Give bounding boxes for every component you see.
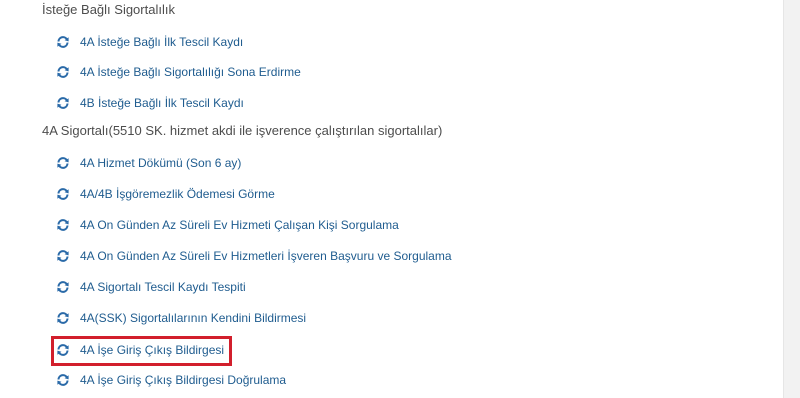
link-label[interactable]: 4A On Günden Az Süreli Ev Hizmeti Çalışa…: [80, 217, 399, 233]
link-label[interactable]: 4A İsteğe Bağlı İlk Tescil Kaydı: [80, 34, 243, 50]
refresh-icon: [56, 187, 70, 201]
page-right-gutter: [783, 0, 800, 398]
link-label[interactable]: 4A İşe Giriş Çıkış Bildirgesi: [80, 342, 224, 358]
section-title-4a-sigortali: 4A Sigortalı(5510 SK. hizmet akdi ile iş…: [42, 123, 443, 138]
link-ise-giris-cikis-bildirgesi-dogrulama[interactable]: 4A İşe Giriş Çıkış Bildirgesi Doğrulama: [56, 371, 286, 389]
link-ise-giris-cikis-bildirgesi[interactable]: 4A İşe Giriş Çıkış Bildirgesi: [56, 341, 224, 359]
link-4b-istege-bagli-ilk-tescil[interactable]: 4B İsteğe Bağlı İlk Tescil Kaydı: [56, 94, 244, 112]
link-ev-hizmeti-calisan-sorgulama[interactable]: 4A On Günden Az Süreli Ev Hizmeti Çalışa…: [56, 216, 399, 234]
refresh-icon: [56, 96, 70, 110]
link-ssk-kendini-bildirmesi[interactable]: 4A(SSK) Sigortalılarının Kendini Bildirm…: [56, 309, 306, 327]
refresh-icon: [56, 280, 70, 294]
link-4a-hizmet-dokumu[interactable]: 4A Hizmet Dökümü (Son 6 ay): [56, 154, 241, 172]
refresh-icon: [56, 343, 70, 357]
link-label[interactable]: 4A/4B İşgöremezlik Ödemesi Görme: [80, 186, 275, 202]
link-ev-hizmetleri-isveren-basvuru[interactable]: 4A On Günden Az Süreli Ev Hizmetleri İşv…: [56, 247, 452, 265]
link-4a-istege-bagli-ilk-tescil[interactable]: 4A İsteğe Bağlı İlk Tescil Kaydı: [56, 33, 243, 51]
refresh-icon: [56, 156, 70, 170]
link-label[interactable]: 4A İsteğe Bağlı Sigortalılığı Sona Erdir…: [80, 64, 301, 80]
refresh-icon: [56, 35, 70, 49]
link-4a4b-isgoremezlik[interactable]: 4A/4B İşgöremezlik Ödemesi Görme: [56, 185, 275, 203]
refresh-icon: [56, 311, 70, 325]
link-label[interactable]: 4A On Günden Az Süreli Ev Hizmetleri İşv…: [80, 248, 452, 264]
refresh-icon: [56, 218, 70, 232]
refresh-icon: [56, 249, 70, 263]
refresh-icon: [56, 373, 70, 387]
link-label[interactable]: 4A Sigortalı Tescil Kaydı Tespiti: [80, 279, 246, 295]
link-label[interactable]: 4A İşe Giriş Çıkış Bildirgesi Doğrulama: [80, 372, 286, 388]
link-4a-istege-bagli-sona-erdirme[interactable]: 4A İsteğe Bağlı Sigortalılığı Sona Erdir…: [56, 63, 301, 81]
link-sigortali-tescil-kaydi-tespiti[interactable]: 4A Sigortalı Tescil Kaydı Tespiti: [56, 278, 246, 296]
link-label[interactable]: 4A Hizmet Dökümü (Son 6 ay): [80, 155, 241, 171]
section-title-isteğe-bagli: İsteğe Bağlı Sigortalılık: [42, 2, 175, 17]
link-label[interactable]: 4B İsteğe Bağlı İlk Tescil Kaydı: [80, 95, 244, 111]
link-label[interactable]: 4A(SSK) Sigortalılarının Kendini Bildirm…: [80, 310, 306, 326]
refresh-icon: [56, 65, 70, 79]
service-list-page: İsteğe Bağlı Sigortalılık 4A İsteğe Bağl…: [0, 0, 800, 398]
